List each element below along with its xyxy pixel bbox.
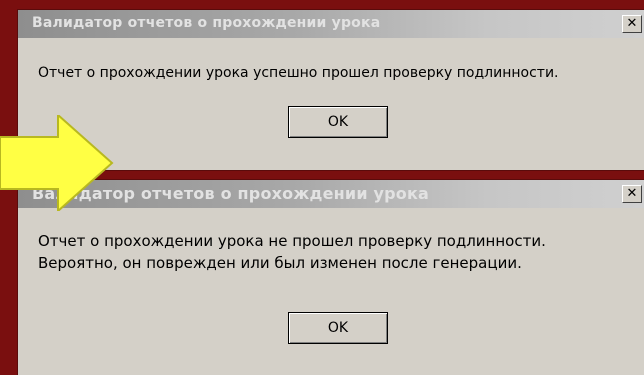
close-icon: ✕ bbox=[626, 16, 638, 31]
arrow-right-icon bbox=[0, 115, 114, 211]
dialog-title: Валидатор отчетов о прохождении урока bbox=[32, 15, 381, 31]
close-button[interactable]: ✕ bbox=[622, 185, 642, 203]
close-button[interactable]: ✕ bbox=[622, 15, 642, 33]
dialog-message-line-1: Отчет о прохождении урока не прошел пров… bbox=[38, 232, 546, 250]
titlebar[interactable]: Валидатор отчетов о прохождении урока ✕ bbox=[18, 10, 644, 38]
dialog-message-line-2: Вероятно, он поврежден или был изменен п… bbox=[38, 254, 522, 272]
close-icon: ✕ bbox=[626, 186, 638, 201]
ok-button[interactable]: OK bbox=[288, 106, 388, 138]
ok-button[interactable]: OK bbox=[288, 312, 388, 344]
dialog-message: Отчет о прохождении урока успешно прошел… bbox=[38, 65, 559, 81]
